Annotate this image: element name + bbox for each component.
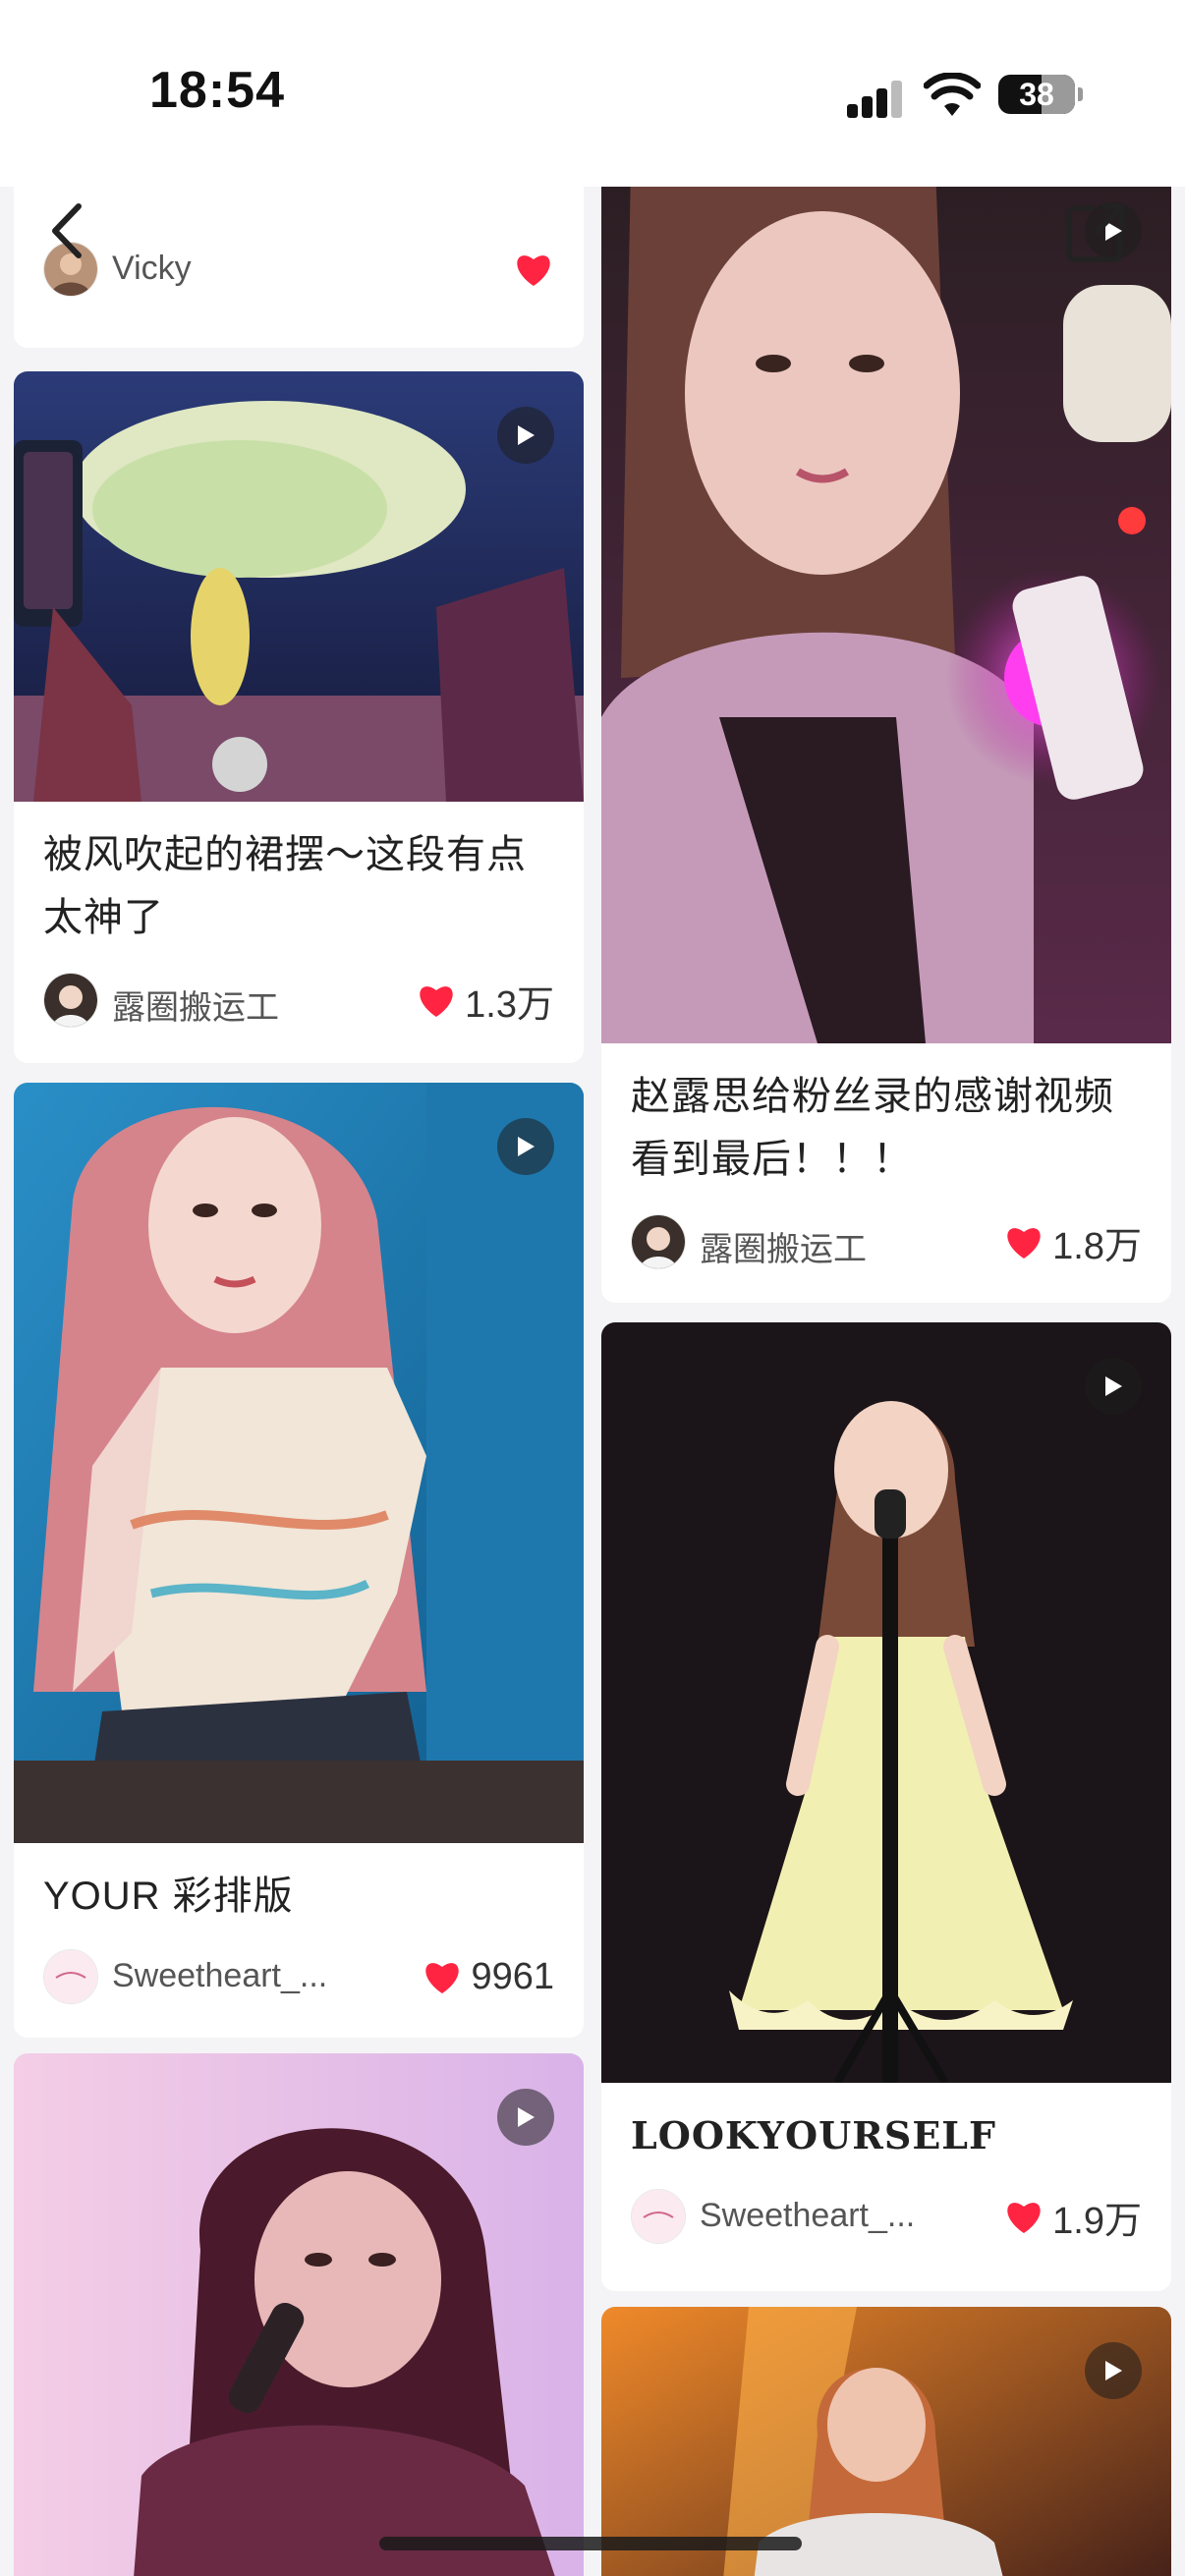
note-title[interactable]: 赵露思给粉丝录的感谢视频看到最后！！！ [631,1065,1142,1191]
heart-icon[interactable] [416,981,457,1019]
video-cover[interactable] [14,2053,584,2576]
battery-level: 38 [1019,77,1054,112]
cellular-signal-icon [847,81,904,118]
note-card[interactable] [601,2307,1171,2576]
note-card[interactable]: LOOKYOURSELF Sweetheart_... 1.9万 [601,1322,1171,2291]
waterfall-feed[interactable]: Vicky 被风吹起的裙摆～这段有点太神了 露圈搬运工 1.3万 赵露思给粉丝录… [0,187,1185,2576]
note-card[interactable] [14,2053,584,2576]
avatar [43,973,98,1028]
heart-icon[interactable] [1003,1223,1044,1260]
video-cover[interactable] [601,2307,1171,2576]
like-count: 9961 [471,1955,554,1997]
video-cover[interactable] [601,187,1171,1043]
play-icon [497,1118,554,1175]
note-card[interactable]: 赵露思给粉丝录的感谢视频看到最后！！！ 露圈搬运工 1.8万 [601,187,1171,1303]
author-name[interactable]: Sweetheart_... [700,2197,915,2235]
status-time: 18:54 [149,62,285,119]
heart-icon[interactable] [422,1958,463,1995]
back-icon[interactable] [39,196,98,265]
wifi-icon [924,73,981,116]
avatar [631,1214,686,1269]
video-cover[interactable] [601,1322,1171,2083]
play-icon [497,407,554,464]
note-card[interactable]: YOUR 彩排版 Sweetheart_... 9961 [14,1083,584,2038]
play-icon [1085,2342,1142,2399]
author-name[interactable]: 露圈搬运工 [112,980,279,1029]
author-name[interactable]: Vicky [112,250,192,288]
note-card[interactable]: Vicky [14,187,584,348]
like-count: 1.3万 [465,983,554,1026]
battery-icon: 38 [998,75,1083,114]
home-indicator[interactable] [379,2537,802,2550]
author-name[interactable]: Sweetheart_... [112,1957,327,1995]
note-title[interactable]: LOOKYOURSELF [631,2104,1142,2167]
author-name[interactable]: 露圈搬运工 [700,1222,867,1270]
heart-icon[interactable] [1003,2198,1044,2235]
note-card[interactable]: 被风吹起的裙摆～这段有点太神了 露圈搬运工 1.3万 [14,371,584,1063]
avatar [631,2189,686,2244]
avatar [43,1949,98,2004]
play-icon [497,2089,554,2146]
like-count: 1.9万 [1052,2200,1142,2242]
status-bar: 18:54 38 [0,0,1185,187]
note-title[interactable]: YOUR 彩排版 [43,1865,554,1928]
heart-icon[interactable] [513,251,554,288]
video-cover[interactable] [14,371,584,802]
video-cover[interactable] [14,1083,584,1843]
share-icon[interactable] [1061,196,1132,267]
like-count: 1.8万 [1052,1225,1142,1267]
play-icon [1085,1358,1142,1415]
note-title[interactable]: 被风吹起的裙摆～这段有点太神了 [43,823,554,949]
